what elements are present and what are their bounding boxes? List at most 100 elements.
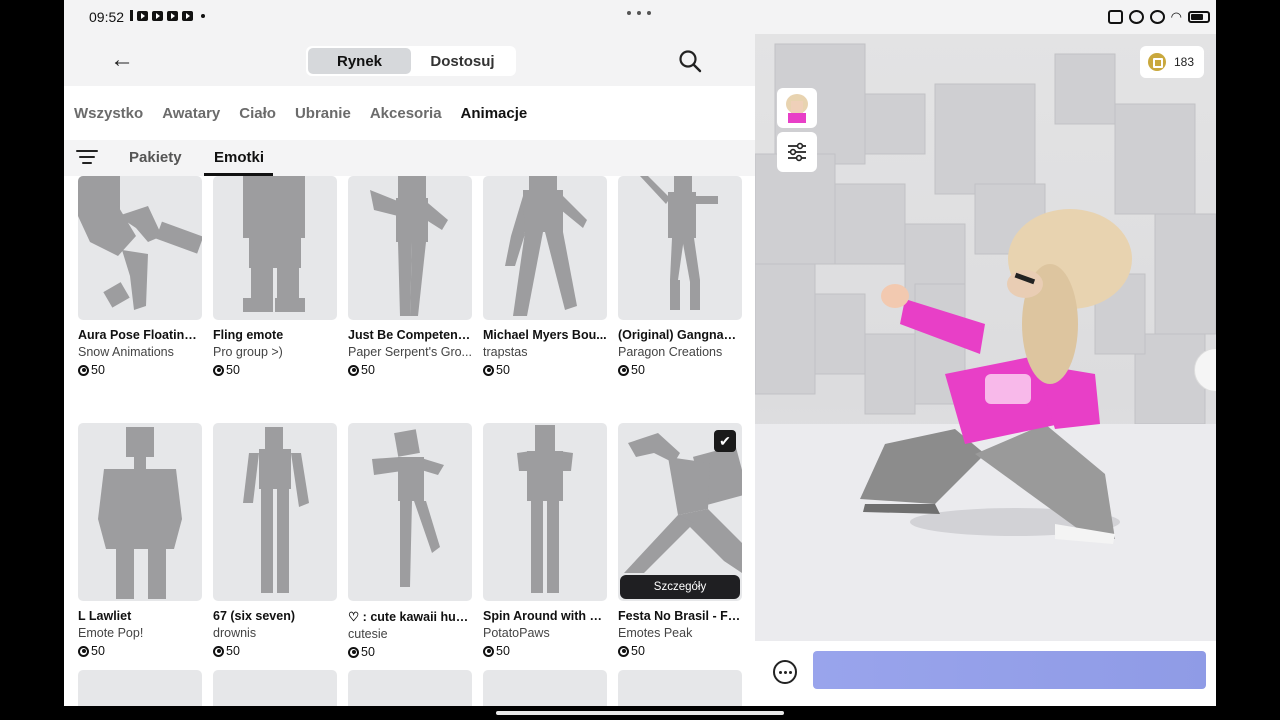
robux-icon (483, 364, 494, 376)
chat-bar (755, 641, 1216, 706)
emote-thumbnail[interactable] (78, 670, 202, 706)
back-arrow-icon[interactable]: ← (110, 46, 134, 74)
youtube-icon (137, 10, 148, 21)
emote-card[interactable]: L Lawliet Emote Pop! 50 (78, 423, 202, 658)
emote-price: 50 (618, 363, 742, 377)
robux-icon (348, 364, 359, 376)
emote-card[interactable]: Fling emote Pro group >) 50 (213, 176, 337, 377)
robux-icon (1147, 53, 1166, 71)
emote-card[interactable] (483, 670, 607, 706)
emote-price: 50 (348, 363, 472, 377)
reader-mode-icon (1107, 10, 1123, 24)
emote-creator[interactable]: Paper Serpent's Gro... (348, 345, 472, 359)
category-tab-akcesoria[interactable]: Akcesoria (370, 105, 442, 122)
emote-creator[interactable]: drownis (213, 626, 337, 640)
emote-thumbnail[interactable] (78, 176, 202, 320)
robux-icon (213, 645, 224, 657)
youtube-icon (167, 10, 178, 21)
emote-price: 50 (78, 644, 202, 658)
emote-creator[interactable]: PotatoPaws (483, 626, 607, 640)
emote-name: Michael Myers Bou... (483, 328, 607, 342)
emote-card[interactable]: ♡ : cute kawaii hug... cutesie 50 (348, 423, 472, 659)
emote-creator[interactable]: Emotes Peak (618, 626, 742, 640)
emote-creator[interactable]: Paragon Creations (618, 345, 742, 359)
emote-thumbnail[interactable] (348, 423, 472, 601)
tab-rynek[interactable]: Rynek (308, 48, 411, 74)
emote-thumbnail[interactable] (348, 670, 472, 706)
robux-icon (78, 364, 89, 376)
youtube-icon (152, 10, 163, 21)
chat-bubble-icon[interactable] (773, 660, 797, 684)
filter-icon[interactable] (76, 150, 98, 166)
emote-thumbnail[interactable] (348, 176, 472, 320)
avatar-preview[interactable]: 183 (755, 34, 1216, 641)
tab-dostosuj[interactable]: Dostosuj (411, 48, 514, 74)
emote-card[interactable] (213, 670, 337, 706)
search-icon[interactable] (678, 49, 702, 78)
emote-creator[interactable]: trapstas (483, 345, 607, 359)
emote-card[interactable]: Aura Pose Floating ... Snow Animations 5… (78, 176, 202, 377)
home-indicator[interactable] (496, 711, 784, 715)
emote-price: 50 (213, 363, 337, 377)
category-tab-wszystko[interactable]: Wszystko (74, 105, 143, 122)
emote-thumbnail[interactable] (618, 670, 742, 706)
wifi-icon: ◠ (1170, 9, 1182, 24)
category-tab-animacje[interactable]: Animacje (461, 105, 528, 122)
notification-icons (130, 10, 205, 21)
emote-name: Spin Around with a ... (483, 609, 607, 623)
selected-checkmark-icon[interactable]: ✔ (714, 430, 736, 452)
robux-icon (348, 646, 359, 658)
emote-creator[interactable]: Emote Pop! (78, 626, 202, 640)
emote-thumbnail[interactable] (618, 176, 742, 320)
emote-card-selected[interactable]: ✔ Szczegóły Festa No Brasil - For... Emo… (618, 423, 742, 658)
avatar-headshot-button[interactable] (777, 88, 817, 128)
multitask-dots-icon[interactable] (627, 11, 651, 15)
category-tab-awatary[interactable]: Awatary (162, 105, 220, 122)
robux-icon (618, 645, 629, 657)
robux-icon (78, 645, 89, 657)
robux-amount: 183 (1173, 55, 1194, 69)
emote-thumbnail[interactable] (213, 176, 337, 320)
emote-thumbnail[interactable] (483, 423, 607, 601)
emote-card[interactable] (618, 670, 742, 706)
subcategory-tab-pakiety[interactable]: Pakiety (129, 149, 182, 166)
screen: 09:52 ◠ ← Rynek Dostosuj Wszystko Awatar… (64, 0, 1216, 706)
emote-thumbnail[interactable]: ✔ Szczegóły (618, 423, 742, 601)
robux-icon (483, 645, 494, 657)
emote-thumbnail[interactable] (213, 423, 337, 601)
emote-grid: Aura Pose Floating ... Snow Animations 5… (78, 176, 744, 706)
robux-balance[interactable]: 183 (1139, 46, 1204, 78)
adjust-settings-icon[interactable] (777, 132, 817, 172)
emote-thumbnail[interactable] (483, 176, 607, 320)
emote-card[interactable]: Michael Myers Bou... trapstas 50 (483, 176, 607, 377)
emote-card[interactable]: Spin Around with a ... PotatoPaws 50 (483, 423, 607, 658)
robux-icon (213, 364, 224, 376)
subcategory-tab-emotki[interactable]: Emotki (214, 149, 264, 166)
avatar-scene (755, 43, 1216, 641)
emote-card[interactable] (78, 670, 202, 706)
emote-creator[interactable]: cutesie (348, 627, 472, 641)
emote-card[interactable]: Just Be Competent ... Paper Serpent's Gr… (348, 176, 472, 377)
catalog-panel: ← Rynek Dostosuj Wszystko Awatary Ciało … (64, 34, 755, 706)
emote-thumbnail[interactable] (483, 670, 607, 706)
category-tab-ubranie[interactable]: Ubranie (295, 105, 351, 122)
chat-input[interactable] (813, 651, 1206, 689)
emote-name: ♡ : cute kawaii hug... (348, 610, 472, 624)
category-tab-cialo[interactable]: Ciało (239, 105, 276, 122)
emote-creator[interactable]: Snow Animations (78, 345, 202, 359)
system-icons: ◠ (1107, 9, 1210, 25)
emote-price: 50 (213, 644, 337, 658)
emote-card[interactable] (348, 670, 472, 706)
emote-thumbnail[interactable] (213, 670, 337, 706)
mode-switch: Rynek Dostosuj (306, 46, 516, 76)
emote-card[interactable]: (Original) Gangnam ... Paragon Creations… (618, 176, 742, 377)
more-notifications-icon (201, 13, 205, 18)
details-button[interactable]: Szczegóły (620, 575, 740, 599)
emote-thumbnail[interactable] (78, 423, 202, 601)
emote-name: 67 (six seven) (213, 609, 295, 623)
status-time: 09:52 (89, 9, 125, 25)
emote-card[interactable]: 67 (six seven) drownis 50 (213, 423, 337, 658)
emote-creator[interactable]: Pro group >) (213, 345, 337, 359)
emote-name: (Original) Gangnam ... (618, 328, 742, 342)
do-not-disturb-icon (1128, 10, 1144, 24)
